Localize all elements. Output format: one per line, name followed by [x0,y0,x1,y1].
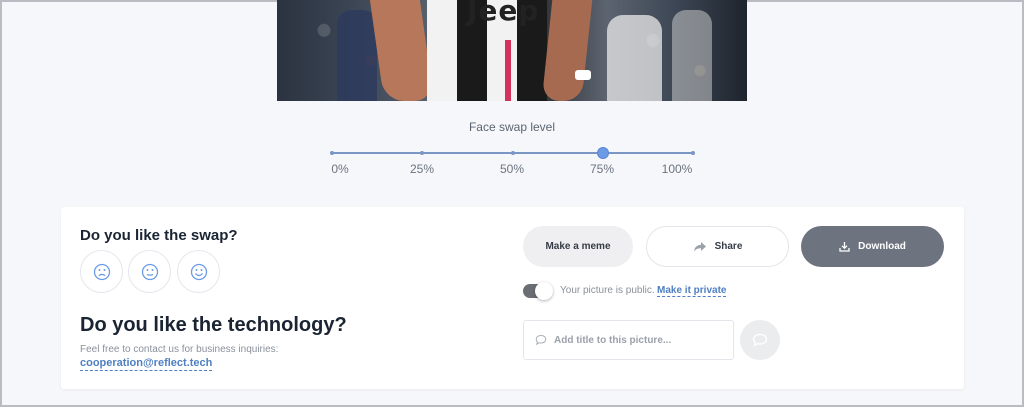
privacy-status: Your picture is public. [560,285,655,296]
technology-heading: Do you like the technology? [80,314,347,336]
slider-label-0[interactable]: 0% [315,162,365,176]
privacy-toggle[interactable] [523,282,553,300]
slider-tick [420,151,424,155]
slider-title: Face swap level [468,120,556,134]
share-label: Share [714,241,743,252]
title-input-box[interactable] [523,320,734,360]
download-icon [839,242,850,252]
contact-hint: Feel free to contact us for business inq… [80,344,279,355]
slider-label-25[interactable]: 25% [397,162,447,176]
share-button[interactable]: Share [646,226,789,267]
download-label: Download [858,241,906,252]
slider-label-75[interactable]: 75% [577,162,627,176]
download-button[interactable]: Download [801,226,944,267]
make-meme-button[interactable]: Make a meme [523,226,633,267]
comment-send-icon [752,333,768,347]
face-swap-slider-thumb[interactable] [596,147,609,159]
sad-face-button[interactable] [80,250,123,293]
result-photo: Jeep [277,0,747,101]
slider-tick [691,151,695,155]
make-private-link[interactable]: Make it private [657,285,727,297]
comment-icon [535,334,547,346]
neutral-face-button[interactable] [128,250,171,293]
jersey-brand-logo: Jeep [467,0,540,27]
share-arrow-icon [693,241,706,251]
neutral-face-icon [141,263,158,280]
contact-email-link[interactable]: cooperation@reflect.tech [80,357,213,371]
sad-face-icon [93,263,110,280]
swap-question: Do you like the swap? [80,227,238,244]
slider-tick [330,151,334,155]
title-input[interactable] [554,321,729,359]
happy-face-button[interactable] [177,250,220,293]
send-title-button[interactable] [740,320,780,360]
make-meme-label: Make a meme [545,241,611,252]
slider-label-100[interactable]: 100% [652,162,702,176]
slider-label-50[interactable]: 50% [487,162,537,176]
slider-tick [511,151,515,155]
happy-face-icon [190,263,207,280]
toggle-knob [535,282,553,300]
